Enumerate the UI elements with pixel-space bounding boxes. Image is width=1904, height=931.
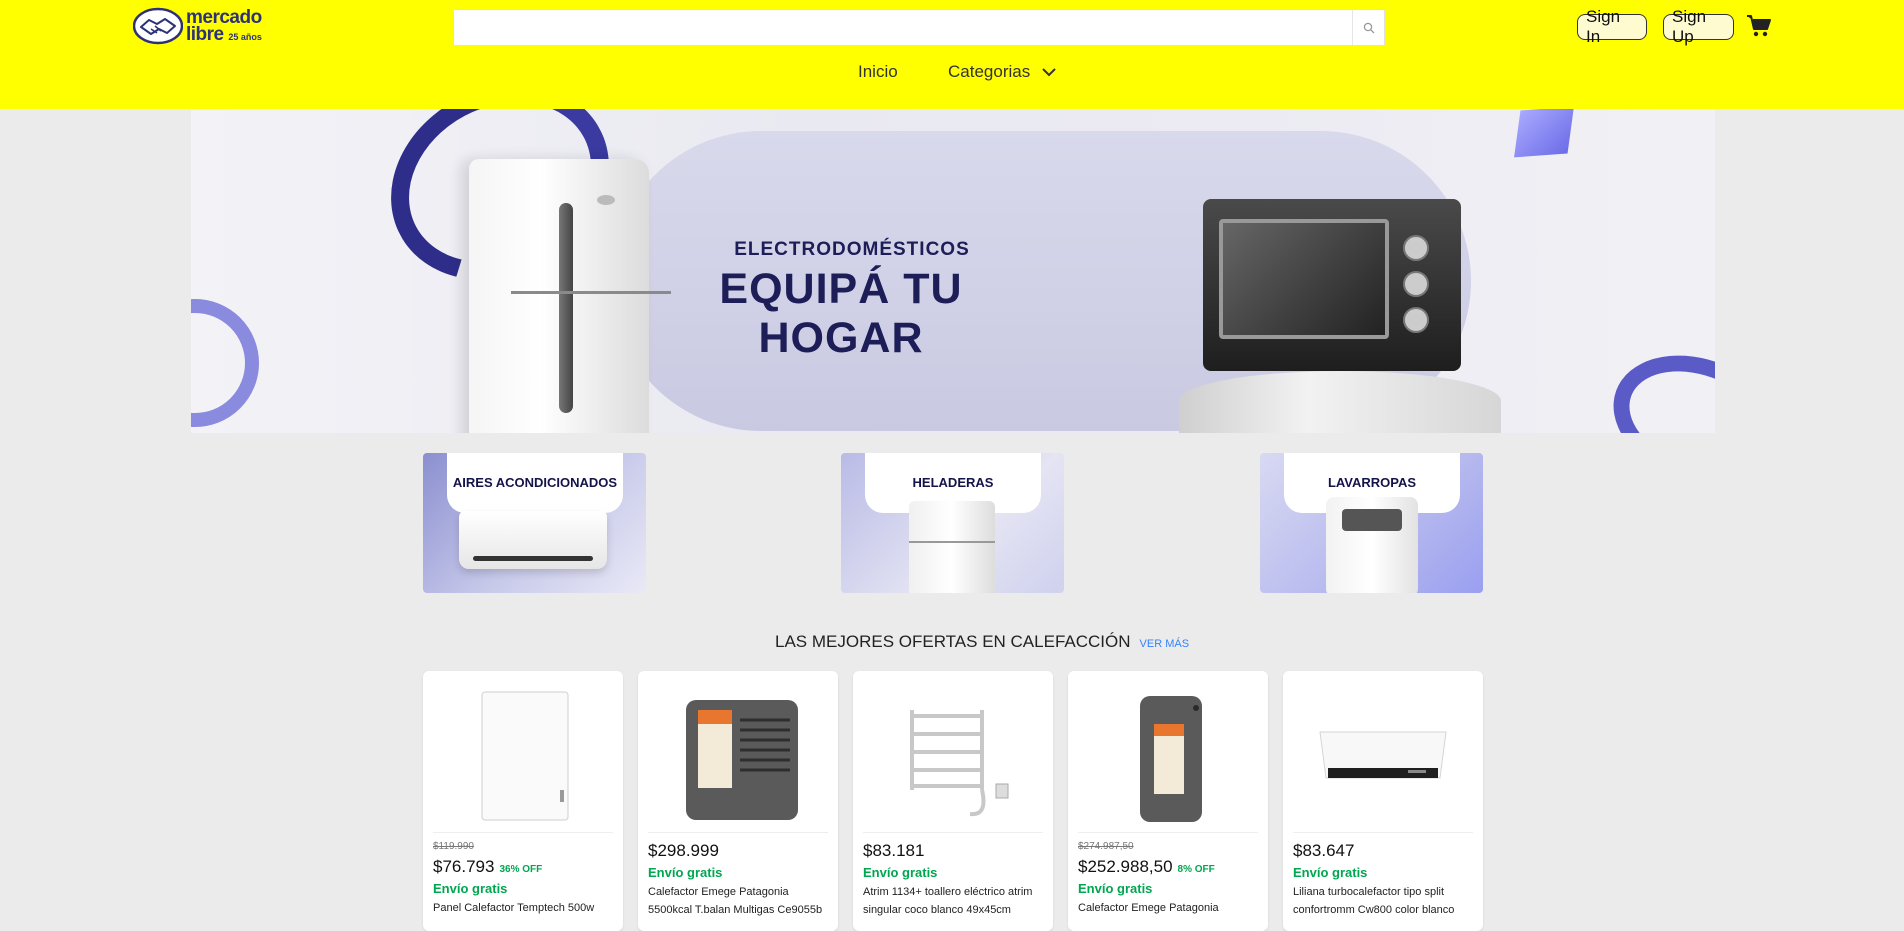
product-card[interactable]: $83.647 Envío gratis Liliana turbocalefa… <box>1283 671 1483 931</box>
mercadolibre-logo[interactable]: mercado libre 25 años <box>133 7 268 45</box>
free-shipping-label: Envío gratis <box>863 865 938 880</box>
towel-warmer-image <box>910 710 1009 817</box>
hero-subtitle: ELECTRODOMÉSTICOS <box>734 239 970 260</box>
search-button[interactable] <box>1352 10 1384 45</box>
offers-title: LAS MEJORES OFERTAS EN CALEFACCIÓN <box>775 632 1131 651</box>
product-image <box>433 681 613 831</box>
product-card[interactable]: $119.990 $76.793 36% OFF Envío gratis Pa… <box>423 671 623 931</box>
header-bar: mercado libre 25 años Sign In Sign Up In… <box>0 0 1904 109</box>
hero-text: ELECTRODOMÉSTICOS EQUIPÁ TU HOGAR <box>631 239 1051 363</box>
product-price: $76.793 <box>433 857 495 876</box>
product-image <box>863 681 1043 831</box>
logo-wordmark: mercado libre 25 años <box>186 8 262 46</box>
refrigerator-image <box>909 501 995 593</box>
logo-brand-line2: libre <box>186 24 224 45</box>
free-shipping-label: Envío gratis <box>1078 881 1153 896</box>
sign-up-button[interactable]: Sign Up <box>1663 7 1734 46</box>
gas-heater-image <box>1140 696 1202 822</box>
nav-categories-dropdown[interactable]: Categorias <box>948 62 1056 82</box>
category-tile-washing-machines[interactable]: LAVARROPAS <box>1260 453 1483 593</box>
offers-header: LAS MEJORES OFERTAS EN CALEFACCIÓN VER M… <box>775 632 1189 652</box>
nav-home-link[interactable]: Inicio <box>858 62 898 82</box>
electric-oven-image <box>1203 199 1461 371</box>
decorative-ring <box>191 299 259 427</box>
original-price: $119.990 <box>433 841 474 852</box>
product-title: Panel Calefactor Temptech 500w <box>433 902 595 914</box>
free-shipping-label: Envío gratis <box>1293 865 1368 880</box>
category-tile-air-conditioners[interactable]: AIRES ACONDICIONADOS <box>423 453 646 593</box>
refrigerator-image <box>469 159 671 433</box>
marble-pedestal-image <box>1179 371 1501 433</box>
product-price: $83.647 <box>1293 841 1355 860</box>
cart-icon <box>1747 15 1771 37</box>
search-bar <box>453 9 1385 46</box>
hero-banner[interactable]: ELECTRODOMÉSTICOS EQUIPÁ TU HOGAR <box>191 109 1715 433</box>
decorative-cube <box>1514 109 1574 158</box>
product-price: $298.999 <box>648 841 719 860</box>
product-image <box>648 681 828 831</box>
product-title: Calefactor Emege Patagonia <box>1078 902 1219 914</box>
gas-heater-image <box>686 700 798 820</box>
product-price: $252.988,50 <box>1078 857 1173 876</box>
sign-in-button[interactable]: Sign In <box>1577 7 1647 46</box>
cart-button[interactable] <box>1746 14 1772 38</box>
see-more-link[interactable]: VER MÁS <box>1140 638 1190 650</box>
hero-title: EQUIPÁ TU HOGAR <box>719 265 963 362</box>
product-card[interactable]: $83.181 Envío gratis Atrim 1134+ toaller… <box>853 671 1053 931</box>
product-image <box>1293 681 1473 831</box>
split-heater-image <box>1319 731 1447 779</box>
washing-machine-image <box>1326 497 1418 593</box>
product-image <box>1078 681 1258 831</box>
logo-anniversary-badge: 25 años <box>228 32 262 42</box>
product-card[interactable]: $298.999 Envío gratis Calefactor Emege P… <box>638 671 838 931</box>
discount-badge: 8% OFF <box>1177 864 1215 875</box>
discount-badge: 36% OFF <box>499 864 543 875</box>
chevron-down-icon <box>1042 67 1056 76</box>
original-price: $274.987,50 <box>1078 841 1134 852</box>
category-label: AIRES ACONDICIONADOS <box>447 453 623 513</box>
product-card[interactable]: $274.987,50 $252.988,50 8% OFF Envío gra… <box>1068 671 1268 931</box>
free-shipping-label: Envío gratis <box>433 881 508 896</box>
category-tile-refrigerators[interactable]: HELADERAS <box>841 453 1064 593</box>
heater-panel-image <box>481 691 569 821</box>
search-icon <box>1363 22 1374 33</box>
nav-categories-label: Categorias <box>948 62 1031 81</box>
search-input[interactable] <box>454 10 1354 45</box>
handshake-logo-icon <box>133 7 183 45</box>
free-shipping-label: Envío gratis <box>648 865 723 880</box>
product-price: $83.181 <box>863 841 925 860</box>
decorative-ring <box>1595 333 1715 433</box>
air-conditioner-image <box>459 511 607 569</box>
